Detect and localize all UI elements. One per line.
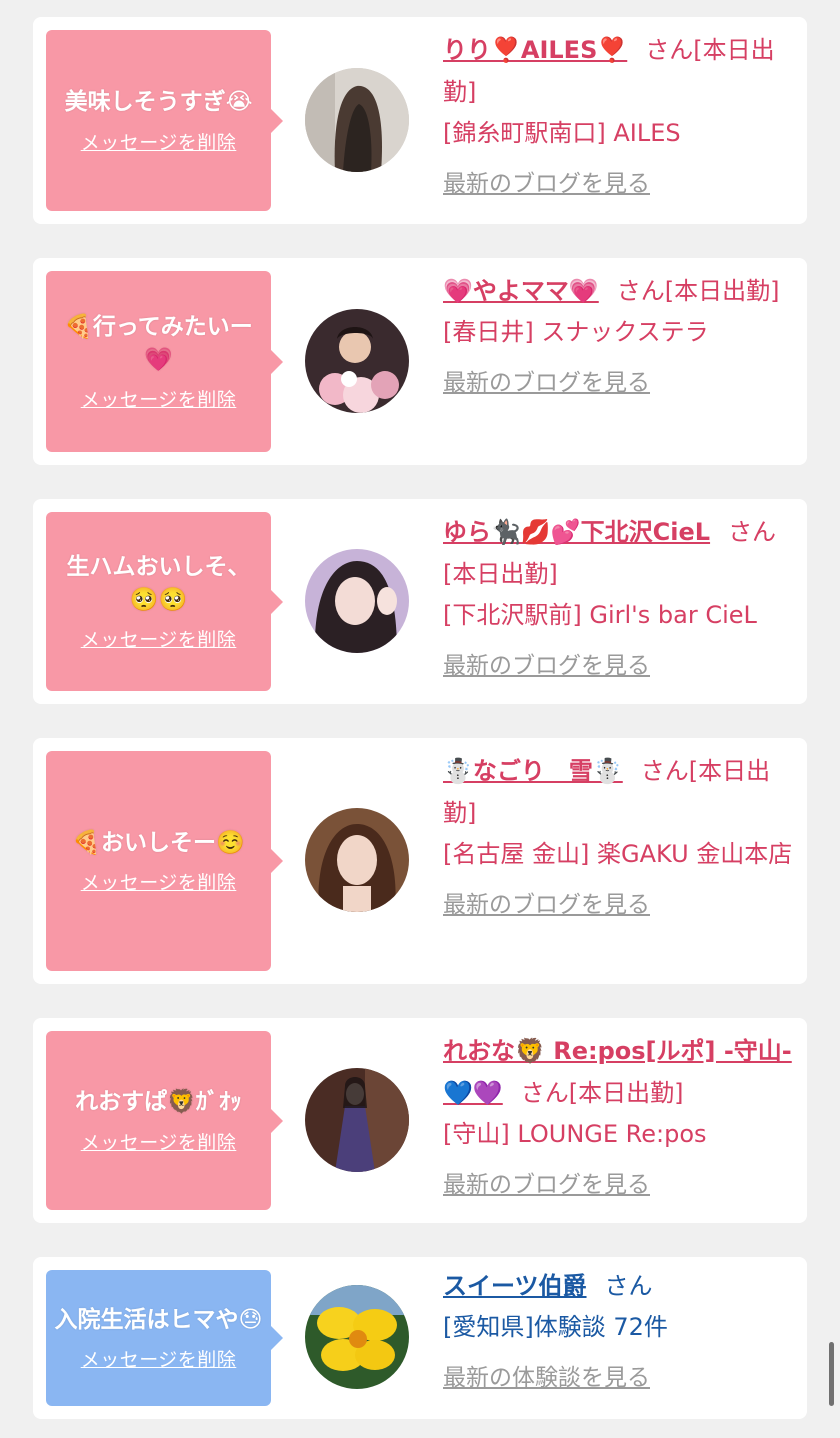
message-bubble: 🍕行ってみたいー💗 メッセージを削除 <box>46 271 283 452</box>
avatar[interactable] <box>305 68 409 172</box>
delete-message-link[interactable]: メッセージを削除 <box>81 868 237 895</box>
message-bubble: れおすぱ🦁ｶﾞｵｯ メッセージを削除 <box>46 1031 283 1210</box>
shop-name: [春日井] スナックステラ <box>443 318 709 346</box>
avatar-photo <box>305 68 409 172</box>
avatar-photo <box>305 808 409 912</box>
blog-link[interactable]: 最新のブログを見る <box>443 363 650 397</box>
shop-name: [下北沢駅前] Girl's bar CieL <box>443 601 757 629</box>
avatar[interactable] <box>305 1285 409 1389</box>
avatar-photo <box>305 1285 409 1389</box>
san-status: さん <box>604 1272 653 1300</box>
cast-name-link[interactable]: 💗やよママ💗 <box>443 277 599 305</box>
message-card: れおすぱ🦁ｶﾞｵｯ メッセージを削除 れおな🦁 Re:pos[ルポ] -守山-💙… <box>33 1018 807 1223</box>
cast-name-link[interactable]: りり❣️AILES❣️ <box>443 36 627 64</box>
name-line: 💗やよママ💗 さん[本日出勤] <box>443 270 793 312</box>
avatar[interactable] <box>305 1068 409 1172</box>
name-line: れおな🦁 Re:pos[ルポ] -守山-💙💜 さん[本日出勤] <box>443 1030 793 1114</box>
message-bubble: 🍕おいしそー☺️ メッセージを削除 <box>46 751 283 971</box>
delete-message-link[interactable]: メッセージを削除 <box>81 1128 237 1155</box>
message-bubble: 入院生活はヒマや😓 メッセージを削除 <box>46 1270 283 1406</box>
card-info: れおな🦁 Re:pos[ルポ] -守山-💙💜 さん[本日出勤] [守山] LOUN… <box>443 1030 793 1199</box>
message-text: 🍕行ってみたいー💗 <box>64 313 253 373</box>
name-line: りり❣️AILES❣️ さん[本日出勤] <box>443 29 793 113</box>
blog-link[interactable]: 最新のブログを見る <box>443 885 650 919</box>
shop-name: [愛知県]体験談 72件 <box>443 1313 668 1341</box>
message-card: 生ハムおいしそ、🥺🥺 メッセージを削除 ゆら🐈‍⬛💋💕下北沢CieL さん[本日出… <box>33 499 807 704</box>
san-status: さん[本日出勤] <box>616 277 780 305</box>
message-text: 🍕おいしそー☺️ <box>72 829 245 856</box>
scrollbar[interactable] <box>829 1342 834 1406</box>
shop-name: [守山] LOUNGE Re:pos <box>443 1120 707 1148</box>
message-text: 入院生活はヒマや😓 <box>54 1306 263 1333</box>
avatar[interactable] <box>305 309 409 413</box>
san-status: さん[本日出勤] <box>520 1079 684 1107</box>
shop-name: [錦糸町駅南口] AILES <box>443 119 681 147</box>
delete-message-link[interactable]: メッセージを削除 <box>81 625 237 652</box>
card-info: スイーツ伯爵 さん [愛知県]体験談 72件 最新の体験談を見る <box>443 1265 793 1392</box>
avatar-photo <box>305 549 409 653</box>
name-line: ☃️なごり 雪☃️ さん[本日出勤] <box>443 750 793 834</box>
avatar-photo <box>305 1068 409 1172</box>
cast-name-link[interactable]: スイーツ伯爵 <box>443 1272 587 1300</box>
message-card: 美味しそうすぎ😭 メッセージを削除 りり❣️AILES❣️ さん[本日出勤] [錦… <box>33 17 807 224</box>
message-bubble: 美味しそうすぎ😭 メッセージを削除 <box>46 30 283 211</box>
message-card: 入院生活はヒマや😓 メッセージを削除 スイーツ伯爵 さん [愛知県]体験談 72件… <box>33 1257 807 1419</box>
message-card: 🍕おいしそー☺️ メッセージを削除 ☃️なごり 雪☃️ さん[本日出勤] [名古屋… <box>33 738 807 984</box>
message-text: 生ハムおいしそ、🥺🥺 <box>66 553 251 613</box>
blog-link[interactable]: 最新のブログを見る <box>443 164 650 198</box>
blog-link[interactable]: 最新のブログを見る <box>443 1165 650 1199</box>
card-info: ゆら🐈‍⬛💋💕下北沢CieL さん[本日出勤] [下北沢駅前] Girl's ba… <box>443 511 793 680</box>
avatar[interactable] <box>305 808 409 912</box>
card-info: 💗やよママ💗 さん[本日出勤] [春日井] スナックステラ 最新のブログを見る <box>443 270 793 397</box>
message-text: れおすぱ🦁ｶﾞｵｯ <box>75 1089 242 1116</box>
shop-name: [名古屋 金山] 楽GAKU 金山本店 <box>443 840 793 868</box>
cast-name-link[interactable]: ゆら🐈‍⬛💋💕下北沢CieL <box>443 518 710 546</box>
avatar-photo <box>305 309 409 413</box>
message-bubble: 生ハムおいしそ、🥺🥺 メッセージを削除 <box>46 512 283 691</box>
delete-message-link[interactable]: メッセージを削除 <box>81 385 237 412</box>
blog-link[interactable]: 最新の体験談を見る <box>443 1358 650 1392</box>
avatar[interactable] <box>305 549 409 653</box>
card-info: ☃️なごり 雪☃️ さん[本日出勤] [名古屋 金山] 楽GAKU 金山本店 最新… <box>443 750 793 919</box>
name-line: ゆら🐈‍⬛💋💕下北沢CieL さん[本日出勤] <box>443 511 793 595</box>
delete-message-link[interactable]: メッセージを削除 <box>81 1345 237 1372</box>
cast-name-link[interactable]: ☃️なごり 雪☃️ <box>443 757 623 785</box>
message-card: 🍕行ってみたいー💗 メッセージを削除 💗やよママ💗 さん[本日出勤] [春日井] … <box>33 258 807 465</box>
delete-message-link[interactable]: メッセージを削除 <box>81 128 237 155</box>
blog-link[interactable]: 最新のブログを見る <box>443 646 650 680</box>
name-line: スイーツ伯爵 さん <box>443 1265 793 1307</box>
message-text: 美味しそうすぎ😭 <box>64 89 253 116</box>
card-info: りり❣️AILES❣️ さん[本日出勤] [錦糸町駅南口] AILES 最新のブロ… <box>443 29 793 198</box>
